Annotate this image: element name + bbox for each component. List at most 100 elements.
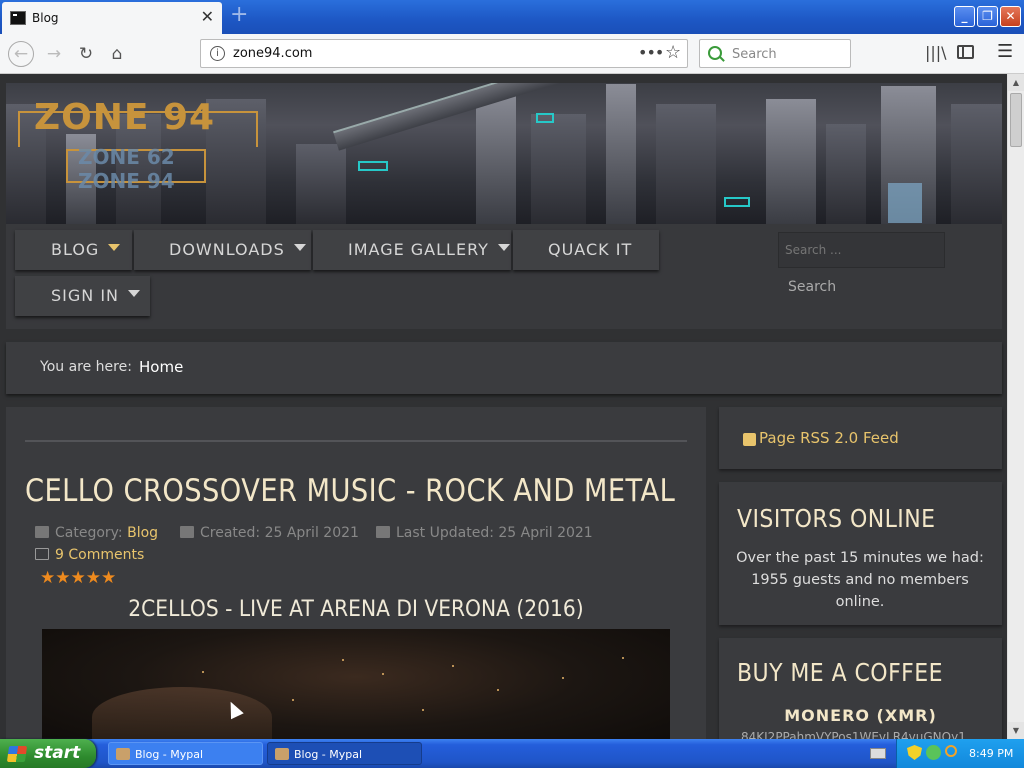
system-tray: 8:49 PM xyxy=(896,739,1024,768)
logo-sub-text: ZONE 94 xyxy=(78,169,175,193)
coffee-title: BUY ME A COFFEE xyxy=(737,658,943,687)
rss-feed-link[interactable]: Page RSS 2.0 Feed xyxy=(759,429,899,447)
menu-item-sign-in[interactable]: SIGN IN xyxy=(15,276,150,316)
divider xyxy=(25,440,687,442)
rating-stars[interactable]: ★★★★★ xyxy=(40,568,116,588)
caret-down-icon xyxy=(293,244,306,251)
search-icon[interactable] xyxy=(945,745,957,757)
article-updated: Last Updated: 25 April 2021 xyxy=(376,525,593,541)
minimize-window-button[interactable]: _ xyxy=(954,6,975,27)
mypal-browser-icon xyxy=(275,748,289,760)
caret-down-icon xyxy=(497,244,510,251)
updated-date: Last Updated: 25 April 2021 xyxy=(396,525,593,541)
reload-button[interactable]: ↻ xyxy=(74,42,98,66)
breadcrumb-home: Home xyxy=(139,358,184,376)
category-link[interactable]: Blog xyxy=(127,525,158,541)
banner-building xyxy=(656,104,716,224)
scroll-up-arrow-icon[interactable]: ▲ xyxy=(1008,74,1024,91)
network-icon[interactable] xyxy=(926,745,941,760)
breadcrumb: You are here: Home xyxy=(6,342,1002,394)
mypal-browser-icon xyxy=(116,748,130,760)
taskbar-item-blog-mypal[interactable]: Blog - Mypal xyxy=(108,742,263,765)
web-page: ZONE 94 ZONE 62 ZONE 94 BLOG DOWNLOADS I… xyxy=(0,74,1007,739)
browser-search-input[interactable]: Search xyxy=(699,39,851,68)
category-label: Category: xyxy=(55,525,123,541)
page-actions-icon[interactable]: ••• xyxy=(638,43,664,62)
article-title[interactable]: CELLO CROSSOVER MUSIC - ROCK AND METAL xyxy=(25,473,675,509)
header-banner: ZONE 94 ZONE 62 ZONE 94 xyxy=(6,83,1002,224)
menu-item-image-gallery[interactable]: IMAGE GALLERY xyxy=(313,230,511,270)
library-icon[interactable]: |||\ xyxy=(925,43,947,62)
search-icon xyxy=(708,46,722,60)
scroll-thumb[interactable] xyxy=(1010,93,1022,147)
site-search-button[interactable]: Search xyxy=(782,274,848,304)
task-label: Blog - Mypal xyxy=(135,748,204,761)
calendar-icon xyxy=(376,526,390,538)
video-light xyxy=(202,671,204,673)
banner-building xyxy=(951,104,1002,224)
monero-label: MONERO (XMR) xyxy=(784,706,937,725)
caret-down-icon xyxy=(128,290,141,297)
menu-item-downloads[interactable]: DOWNLOADS xyxy=(134,230,311,270)
page-scrollbar[interactable]: ▲ ▼ xyxy=(1007,74,1024,739)
scroll-down-arrow-icon[interactable]: ▼ xyxy=(1008,722,1024,739)
banner-building xyxy=(476,89,516,224)
caret-down-icon xyxy=(108,244,121,251)
security-shield-icon[interactable] xyxy=(907,745,922,760)
keyboard-icon[interactable] xyxy=(870,748,886,759)
browser-tab-blog[interactable]: Blog ✕ xyxy=(2,2,222,34)
terminal-favicon-icon xyxy=(10,11,26,25)
comments-link[interactable]: 9 Comments xyxy=(35,547,144,563)
visitors-online-box: VISITORS ONLINE Over the past 15 minutes… xyxy=(719,482,1002,625)
video-light xyxy=(497,689,499,691)
monero-address[interactable]: 84KI2PPahmVYPos1WEvLR4vuGNQy1 xyxy=(741,730,966,739)
home-button[interactable]: ⌂ xyxy=(105,42,129,66)
folder-icon xyxy=(35,526,49,538)
visitors-title: VISITORS ONLINE xyxy=(737,504,936,533)
task-label: Blog - Mypal xyxy=(294,748,363,761)
neon-sign xyxy=(536,113,554,123)
windows-taskbar: start Blog - Mypal Blog - Mypal 8:49 PM xyxy=(0,739,1024,768)
video-light xyxy=(292,699,294,701)
windows-logo-icon xyxy=(6,746,28,762)
site-search-input[interactable] xyxy=(778,232,945,268)
url-text[interactable]: zone94.com xyxy=(233,46,312,61)
hamburger-menu-icon[interactable]: ☰ xyxy=(997,41,1013,62)
forward-button[interactable]: → xyxy=(42,42,66,66)
back-button[interactable]: ← xyxy=(8,41,34,67)
url-bar[interactable]: i zone94.com ••• ☆ xyxy=(200,39,688,68)
video-light xyxy=(562,677,564,679)
menu-item-blog[interactable]: BLOG xyxy=(15,230,132,270)
video-light xyxy=(382,673,384,675)
neon-sign xyxy=(724,197,750,207)
menu-item-label: DOWNLOADS xyxy=(169,240,285,259)
neon-sign xyxy=(358,161,388,171)
rss-box: Page RSS 2.0 Feed xyxy=(719,407,1002,469)
new-tab-button[interactable]: + xyxy=(230,2,248,27)
clock[interactable]: 8:49 PM xyxy=(969,739,1013,768)
logo-main-text: ZONE 94 xyxy=(34,97,216,138)
sidebar-toggle-icon[interactable] xyxy=(957,45,974,59)
banner-building xyxy=(766,99,816,224)
billboard-face xyxy=(888,183,922,223)
bookmark-star-icon[interactable]: ☆ xyxy=(665,42,681,63)
comment-icon xyxy=(35,548,49,560)
browser-search-placeholder: Search xyxy=(732,47,777,62)
close-tab-icon[interactable]: ✕ xyxy=(201,7,214,26)
created-date: Created: 25 April 2021 xyxy=(200,525,359,541)
start-button[interactable]: start xyxy=(0,739,96,768)
close-window-button[interactable]: ✕ xyxy=(1000,6,1021,27)
video-light xyxy=(342,659,344,661)
comments-count: 9 Comments xyxy=(55,547,145,563)
video-title: 2CELLOS - LIVE AT ARENA DI VERONA (2016) xyxy=(128,597,584,622)
site-logo[interactable]: ZONE 94 ZONE 62 ZONE 94 xyxy=(18,93,258,193)
banner-building xyxy=(296,144,346,224)
menu-item-quack-it[interactable]: QUACK IT xyxy=(513,230,659,270)
taskbar-item-blog-mypal[interactable]: Blog - Mypal xyxy=(267,742,422,765)
video-player[interactable] xyxy=(42,629,670,739)
site-info-icon[interactable]: i xyxy=(210,46,225,61)
menu-item-label: IMAGE GALLERY xyxy=(348,240,489,259)
video-light xyxy=(622,657,624,659)
restore-window-button[interactable]: ❐ xyxy=(977,6,998,27)
video-light xyxy=(452,665,454,667)
